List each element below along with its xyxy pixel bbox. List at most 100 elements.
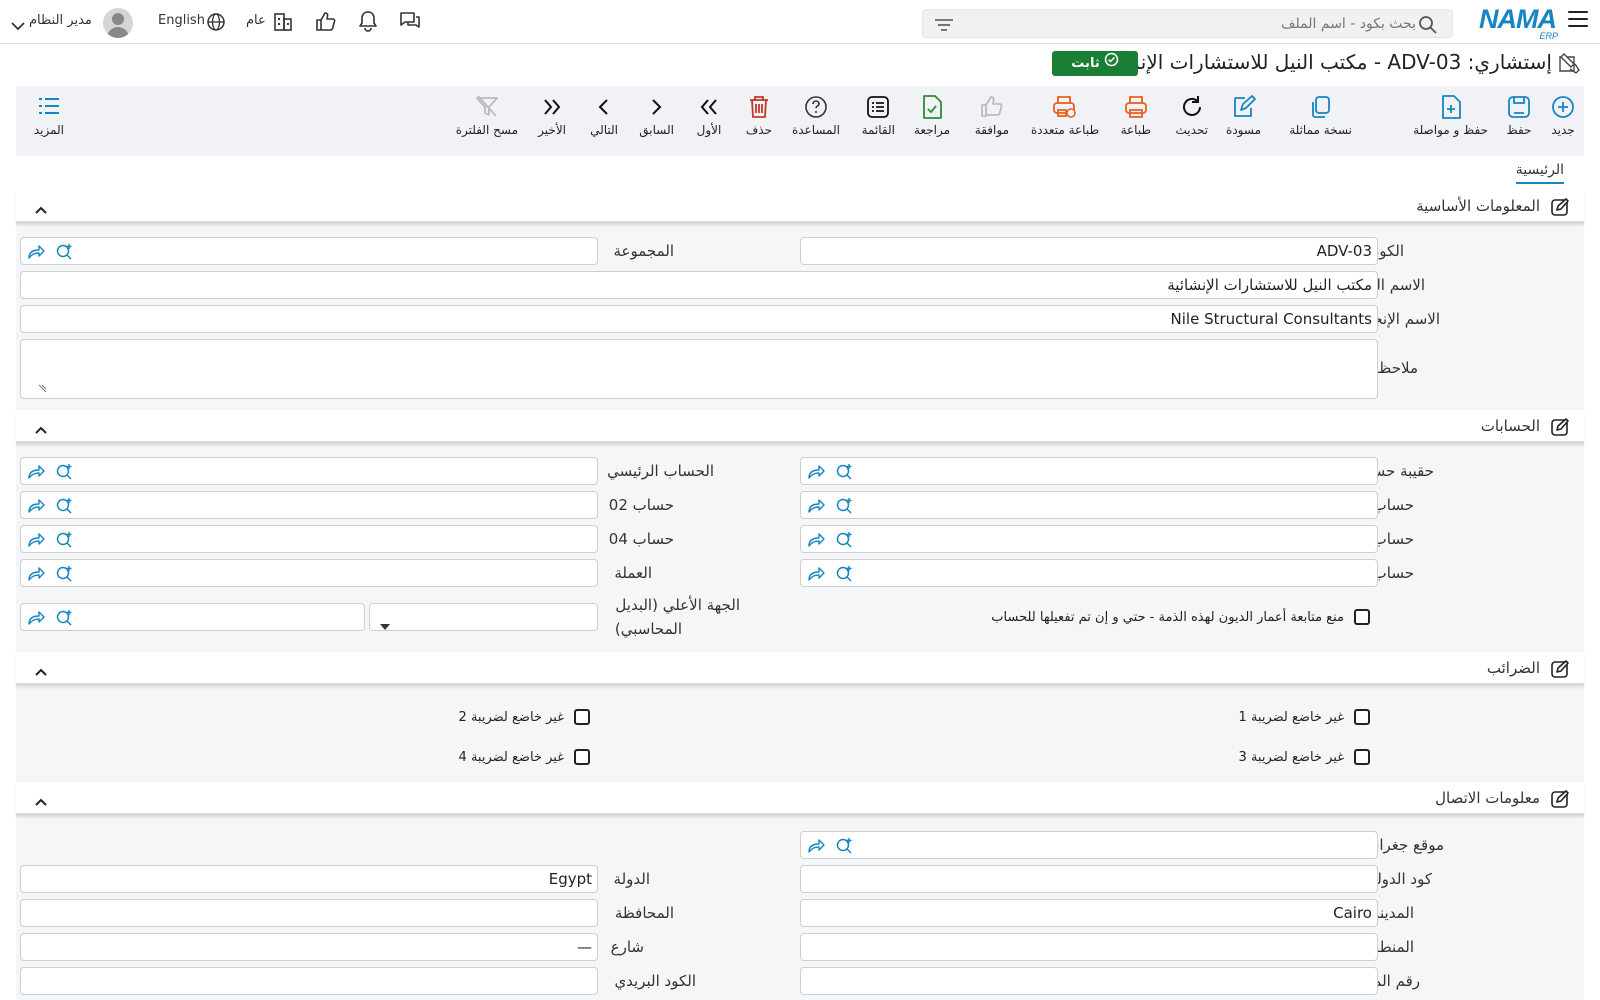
share-arrow-icon[interactable] — [27, 243, 45, 265]
account-03-field[interactable] — [800, 525, 1378, 553]
group-field[interactable] — [20, 237, 598, 265]
code-field[interactable]: ADV-03 — [800, 237, 1378, 265]
save-continue-button[interactable]: حفظ و مواصلة — [1413, 94, 1488, 137]
prevent-aging-checkbox[interactable] — [1354, 609, 1370, 625]
hamburger-menu-icon[interactable] — [1568, 11, 1588, 27]
tax1-exempt-checkbox[interactable] — [1354, 709, 1370, 725]
share-arrow-icon[interactable] — [807, 497, 825, 519]
first-button[interactable]: الأول — [696, 94, 722, 137]
main-account-field[interactable] — [20, 457, 598, 485]
language-switch[interactable]: English — [158, 13, 205, 28]
chevron-up-icon[interactable] — [34, 200, 48, 219]
english-name-field[interactable]: Nile Structural Consultants — [20, 305, 1378, 333]
review-button[interactable]: مراجعة — [914, 94, 950, 137]
search-icon[interactable] — [1418, 15, 1438, 39]
last-button[interactable]: الأخير — [538, 94, 566, 137]
globe-icon[interactable] — [206, 12, 226, 36]
section-contact[interactable]: معلومات الاتصال — [16, 782, 1584, 816]
tab-main[interactable]: الرئيسية — [1515, 162, 1564, 184]
delete-button[interactable]: حذف — [746, 94, 772, 137]
draft-button[interactable]: مسودة — [1226, 94, 1261, 137]
search-plus-icon[interactable] — [835, 837, 853, 859]
trash-icon — [749, 96, 768, 118]
account-02-field[interactable] — [20, 491, 598, 519]
governorate-field[interactable] — [20, 899, 598, 927]
account-04-field[interactable] — [20, 525, 598, 553]
user-name[interactable]: مدير النظام — [29, 13, 92, 28]
tax2-exempt-checkbox[interactable] — [574, 709, 590, 725]
country-code-field[interactable] — [800, 865, 1378, 893]
share-arrow-icon[interactable] — [27, 531, 45, 553]
search-plus-icon[interactable] — [55, 497, 73, 519]
street-field[interactable]: — — [20, 933, 598, 961]
chevron-down-icon[interactable] — [11, 16, 25, 35]
approve-button[interactable]: موافقة — [975, 94, 1009, 137]
share-arrow-icon[interactable] — [807, 531, 825, 553]
postal-code-field[interactable] — [20, 967, 598, 995]
bell-icon[interactable] — [357, 10, 379, 36]
refresh-button[interactable]: تحديث — [1175, 94, 1208, 137]
global-search[interactable] — [922, 9, 1453, 38]
notes-textarea[interactable] — [20, 339, 1378, 399]
share-arrow-icon[interactable] — [27, 609, 45, 631]
accounts-bag-field[interactable] — [800, 457, 1378, 485]
arabic-name-field[interactable]: مكتب النيل للاستشارات الإنشائية — [20, 271, 1378, 299]
country-field[interactable]: Egypt — [20, 865, 598, 893]
file-plus-icon — [1441, 95, 1461, 119]
share-arrow-icon[interactable] — [27, 463, 45, 485]
more-button[interactable]: المزيد — [34, 94, 64, 137]
chat-icon[interactable] — [398, 10, 422, 36]
filter-icon[interactable] — [935, 17, 953, 36]
search-plus-icon[interactable] — [835, 531, 853, 553]
share-arrow-icon[interactable] — [27, 565, 45, 587]
section-accounts[interactable]: الحسابات — [16, 410, 1584, 444]
geo-location-field[interactable] — [800, 831, 1378, 859]
search-plus-icon[interactable] — [835, 463, 853, 485]
thumbs-up-icon[interactable] — [314, 10, 336, 36]
multi-print-button[interactable]: طباعة متعددة — [1031, 94, 1099, 137]
branch-label[interactable]: عام — [246, 13, 266, 28]
chevron-up-icon[interactable] — [34, 662, 48, 681]
section-title: معلومات الاتصال — [1435, 789, 1540, 807]
search-plus-icon[interactable] — [55, 565, 73, 587]
clear-filter-button[interactable]: مسح الفلترة — [456, 94, 518, 137]
share-arrow-icon[interactable] — [807, 463, 825, 485]
city-field[interactable]: Cairo — [800, 899, 1378, 927]
print-button[interactable]: طباعة — [1121, 94, 1151, 137]
new-button[interactable]: جديد — [1550, 94, 1576, 137]
duplicate-button[interactable]: نسخة مماثلة — [1289, 94, 1352, 137]
tax4-exempt-checkbox[interactable] — [574, 749, 590, 765]
currency-field[interactable] — [20, 559, 598, 587]
building-number-field[interactable] — [800, 967, 1378, 995]
region-field[interactable] — [800, 933, 1378, 961]
account-01-field[interactable] — [800, 491, 1378, 519]
chevron-up-icon[interactable] — [34, 792, 48, 811]
section-taxes[interactable]: الضرائب — [16, 652, 1584, 686]
account-05-field[interactable] — [800, 559, 1378, 587]
search-plus-icon[interactable] — [55, 531, 73, 553]
resize-handle-icon[interactable] — [38, 377, 47, 396]
search-input[interactable] — [1016, 13, 1416, 34]
avatar[interactable] — [103, 8, 133, 38]
caret-down-icon[interactable] — [380, 615, 390, 634]
app-logo[interactable]: NAMA ERP — [1479, 4, 1558, 41]
building-icon[interactable] — [273, 10, 293, 36]
search-plus-icon[interactable] — [55, 243, 73, 265]
section-basic-info[interactable]: المعلومات الأساسية — [16, 190, 1584, 224]
share-arrow-icon[interactable] — [807, 837, 825, 859]
next-button[interactable]: التالي — [590, 94, 618, 137]
save-button[interactable]: حفظ — [1506, 94, 1532, 137]
search-plus-icon[interactable] — [835, 565, 853, 587]
help-button[interactable]: المساعدة — [792, 94, 840, 137]
higher-entity-field[interactable] — [20, 603, 365, 631]
share-arrow-icon[interactable] — [807, 565, 825, 587]
search-plus-icon[interactable] — [55, 463, 73, 485]
tax3-exempt-checkbox[interactable] — [1354, 749, 1370, 765]
previous-button[interactable]: السابق — [639, 94, 674, 137]
search-plus-icon[interactable] — [55, 609, 73, 631]
chevron-up-icon[interactable] — [34, 420, 48, 439]
list-button[interactable]: القائمة — [862, 94, 895, 137]
higher-entity-type-select[interactable] — [369, 603, 598, 631]
share-arrow-icon[interactable] — [27, 497, 45, 519]
search-plus-icon[interactable] — [835, 497, 853, 519]
